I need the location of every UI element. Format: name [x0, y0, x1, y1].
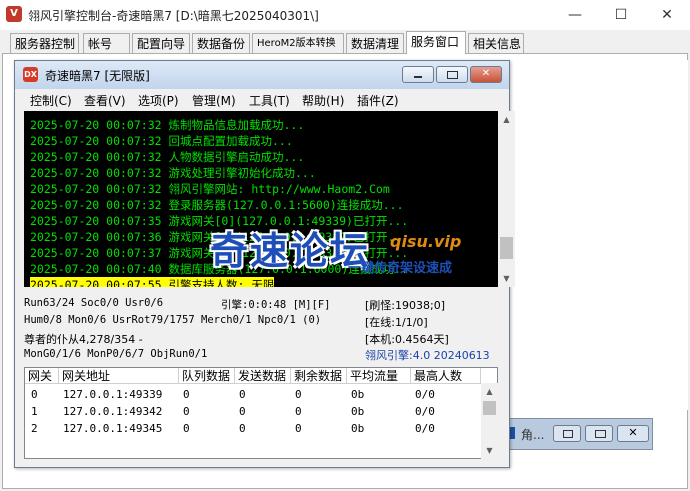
inner-app-icon: DX: [23, 67, 38, 82]
status-online: [在线:1/1/0]: [365, 316, 428, 329]
maximize-button[interactable]: ☐: [598, 0, 644, 30]
cell-max-users: 0/0: [415, 405, 435, 418]
column-header-remaining[interactable]: 剩余数据: [291, 368, 347, 384]
column-header-sent[interactable]: 发送数据: [235, 368, 291, 384]
maximize-icon: [595, 430, 606, 438]
cell-remaining: 0: [295, 405, 302, 418]
menu-tools[interactable]: 工具(T): [249, 92, 290, 109]
scroll-down-icon[interactable]: ▼: [481, 442, 498, 459]
cell-remaining: 0: [295, 388, 302, 401]
watermark-slogan: 一键传奇架设速成: [348, 261, 453, 276]
column-header-gateway[interactable]: 网关: [25, 368, 59, 384]
cell-queue: 0: [183, 388, 190, 401]
restore-icon: [563, 430, 573, 438]
cell-queue: 0: [183, 405, 190, 418]
scroll-up-icon[interactable]: ▲: [481, 383, 498, 400]
cell-sent: 0: [239, 422, 246, 435]
column-header-address[interactable]: 网关地址: [59, 368, 179, 384]
tab-related-info[interactable]: 相关信息: [468, 33, 524, 53]
status-honor: 尊者的仆从4,278/354 -: [24, 333, 143, 346]
status-refresh: [刷怪:19038;0]: [365, 299, 445, 312]
log-line-highlighted: 2025-07-20 00:07:55 引擎支持人数: 无限: [30, 277, 275, 287]
menu-options[interactable]: 选项(P): [138, 92, 179, 109]
column-header-max-users[interactable]: 最高人数: [411, 368, 481, 384]
cell-sent: 0: [239, 405, 246, 418]
scroll-down-icon[interactable]: ▼: [498, 270, 515, 287]
status-hum: Hum0/8 Mon0/6 UsrRot79/1757 Merch0/1 Npc…: [24, 314, 322, 326]
cell-address: 127.0.0.1:49339: [63, 388, 163, 401]
log-scrollbar[interactable]: ▲ ▼: [498, 111, 515, 287]
log-line: 2025-07-20 00:07:32 炼制物品信息加载成功...: [30, 118, 305, 132]
inner-close-button[interactable]: ✕: [470, 66, 502, 83]
scroll-up-icon[interactable]: ▲: [498, 111, 515, 128]
column-header-avg-traffic[interactable]: 平均流量: [347, 368, 411, 384]
gateway-table[interactable]: 网关 网关地址 队列数据 发送数据 剩余数据 平均流量 最高人数 0 127.0…: [24, 367, 498, 459]
log-line: 2025-07-20 00:07:32 回城点配置加载成功...: [30, 134, 293, 148]
menu-help[interactable]: 帮助(H): [302, 92, 344, 109]
status-run: Run63/24 Soc0/0 Usr0/6: [24, 297, 164, 309]
menu-manage[interactable]: 管理(M): [192, 92, 236, 109]
table-scrollbar[interactable]: ▲ ▼: [481, 383, 498, 459]
status-local: [本机:0.4564天]: [365, 333, 449, 346]
status-engine-time: 引擎:0:0:48 [M][F]: [221, 299, 331, 311]
column-header-queue[interactable]: 队列数据: [179, 368, 235, 384]
status-mong: MonG0/1/6 MonP0/6/7 ObjRun0/1: [24, 348, 208, 360]
menu-view[interactable]: 查看(V): [84, 92, 126, 109]
log-scroll-thumb[interactable]: [500, 237, 513, 259]
log-line: 2025-07-20 00:07:32 翎风引擎网站: http://www.H…: [30, 182, 390, 196]
cell-avg-traffic: 0b: [351, 422, 365, 435]
tab-service-window[interactable]: 服务窗口: [406, 31, 466, 54]
watermark-url: qisu.vip: [390, 232, 462, 251]
close-button[interactable]: ✕: [644, 0, 690, 30]
app-icon: V: [6, 6, 22, 22]
inner-window-title: 奇速暗黑7 [无限版]: [45, 69, 150, 83]
minimize-icon: [414, 76, 422, 78]
log-line: 2025-07-20 00:07:32 登录服务器(127.0.0.1:5600…: [30, 198, 404, 212]
inner-minimize-button[interactable]: [402, 66, 434, 83]
cell-remaining: 0: [295, 422, 302, 435]
tab-server-control[interactable]: 服务器控制: [10, 33, 79, 53]
tab-data-cleanup[interactable]: 数据清理: [346, 33, 404, 53]
cell-gateway: 2: [31, 422, 38, 435]
cell-sent: 0: [239, 388, 246, 401]
cell-address: 127.0.0.1:49342: [63, 405, 163, 418]
maximize-icon: [447, 71, 458, 79]
cell-avg-traffic: 0b: [351, 388, 365, 401]
status-engine-version: 翎风引擎:4.0 20240613: [365, 349, 490, 362]
menu-control[interactable]: 控制(C): [30, 92, 72, 109]
minimized-window-title: 角...: [521, 428, 545, 442]
tab-data-backup[interactable]: 数据备份: [192, 33, 250, 53]
inner-maximize-button[interactable]: [436, 66, 468, 83]
maximize-button-bg[interactable]: [585, 425, 613, 442]
log-line: 2025-07-20 00:07:32 人物数据引擎启动成功...: [30, 150, 305, 164]
cell-queue: 0: [183, 422, 190, 435]
cell-gateway: 1: [31, 405, 38, 418]
watermark-logo: 奇速论坛: [210, 229, 371, 273]
minimized-window[interactable]: 角... ✕: [498, 418, 653, 450]
menu-plugins[interactable]: 插件(Z): [357, 92, 399, 109]
content-background: [510, 60, 688, 410]
outer-window-title: 翎风引擎控制台-奇速暗黑7 [D:\暗黑七2025040301\]: [28, 9, 319, 23]
tab-config-wizard[interactable]: 配置向导: [132, 33, 190, 53]
restore-button[interactable]: [553, 425, 581, 442]
minimize-button[interactable]: —: [552, 0, 598, 30]
cell-gateway: 0: [31, 388, 38, 401]
tab-account[interactable]: 帐号: [83, 33, 130, 53]
log-line: 2025-07-20 00:07:32 游戏处理引擎初始化成功...: [30, 166, 316, 180]
cell-max-users: 0/0: [415, 388, 435, 401]
cell-address: 127.0.0.1:49345: [63, 422, 163, 435]
cell-max-users: 0/0: [415, 422, 435, 435]
close-button-bg[interactable]: ✕: [617, 425, 649, 442]
tab-herom2-convert[interactable]: HeroM2版本转换: [252, 33, 344, 53]
table-scroll-thumb[interactable]: [483, 401, 496, 415]
cell-avg-traffic: 0b: [351, 405, 365, 418]
